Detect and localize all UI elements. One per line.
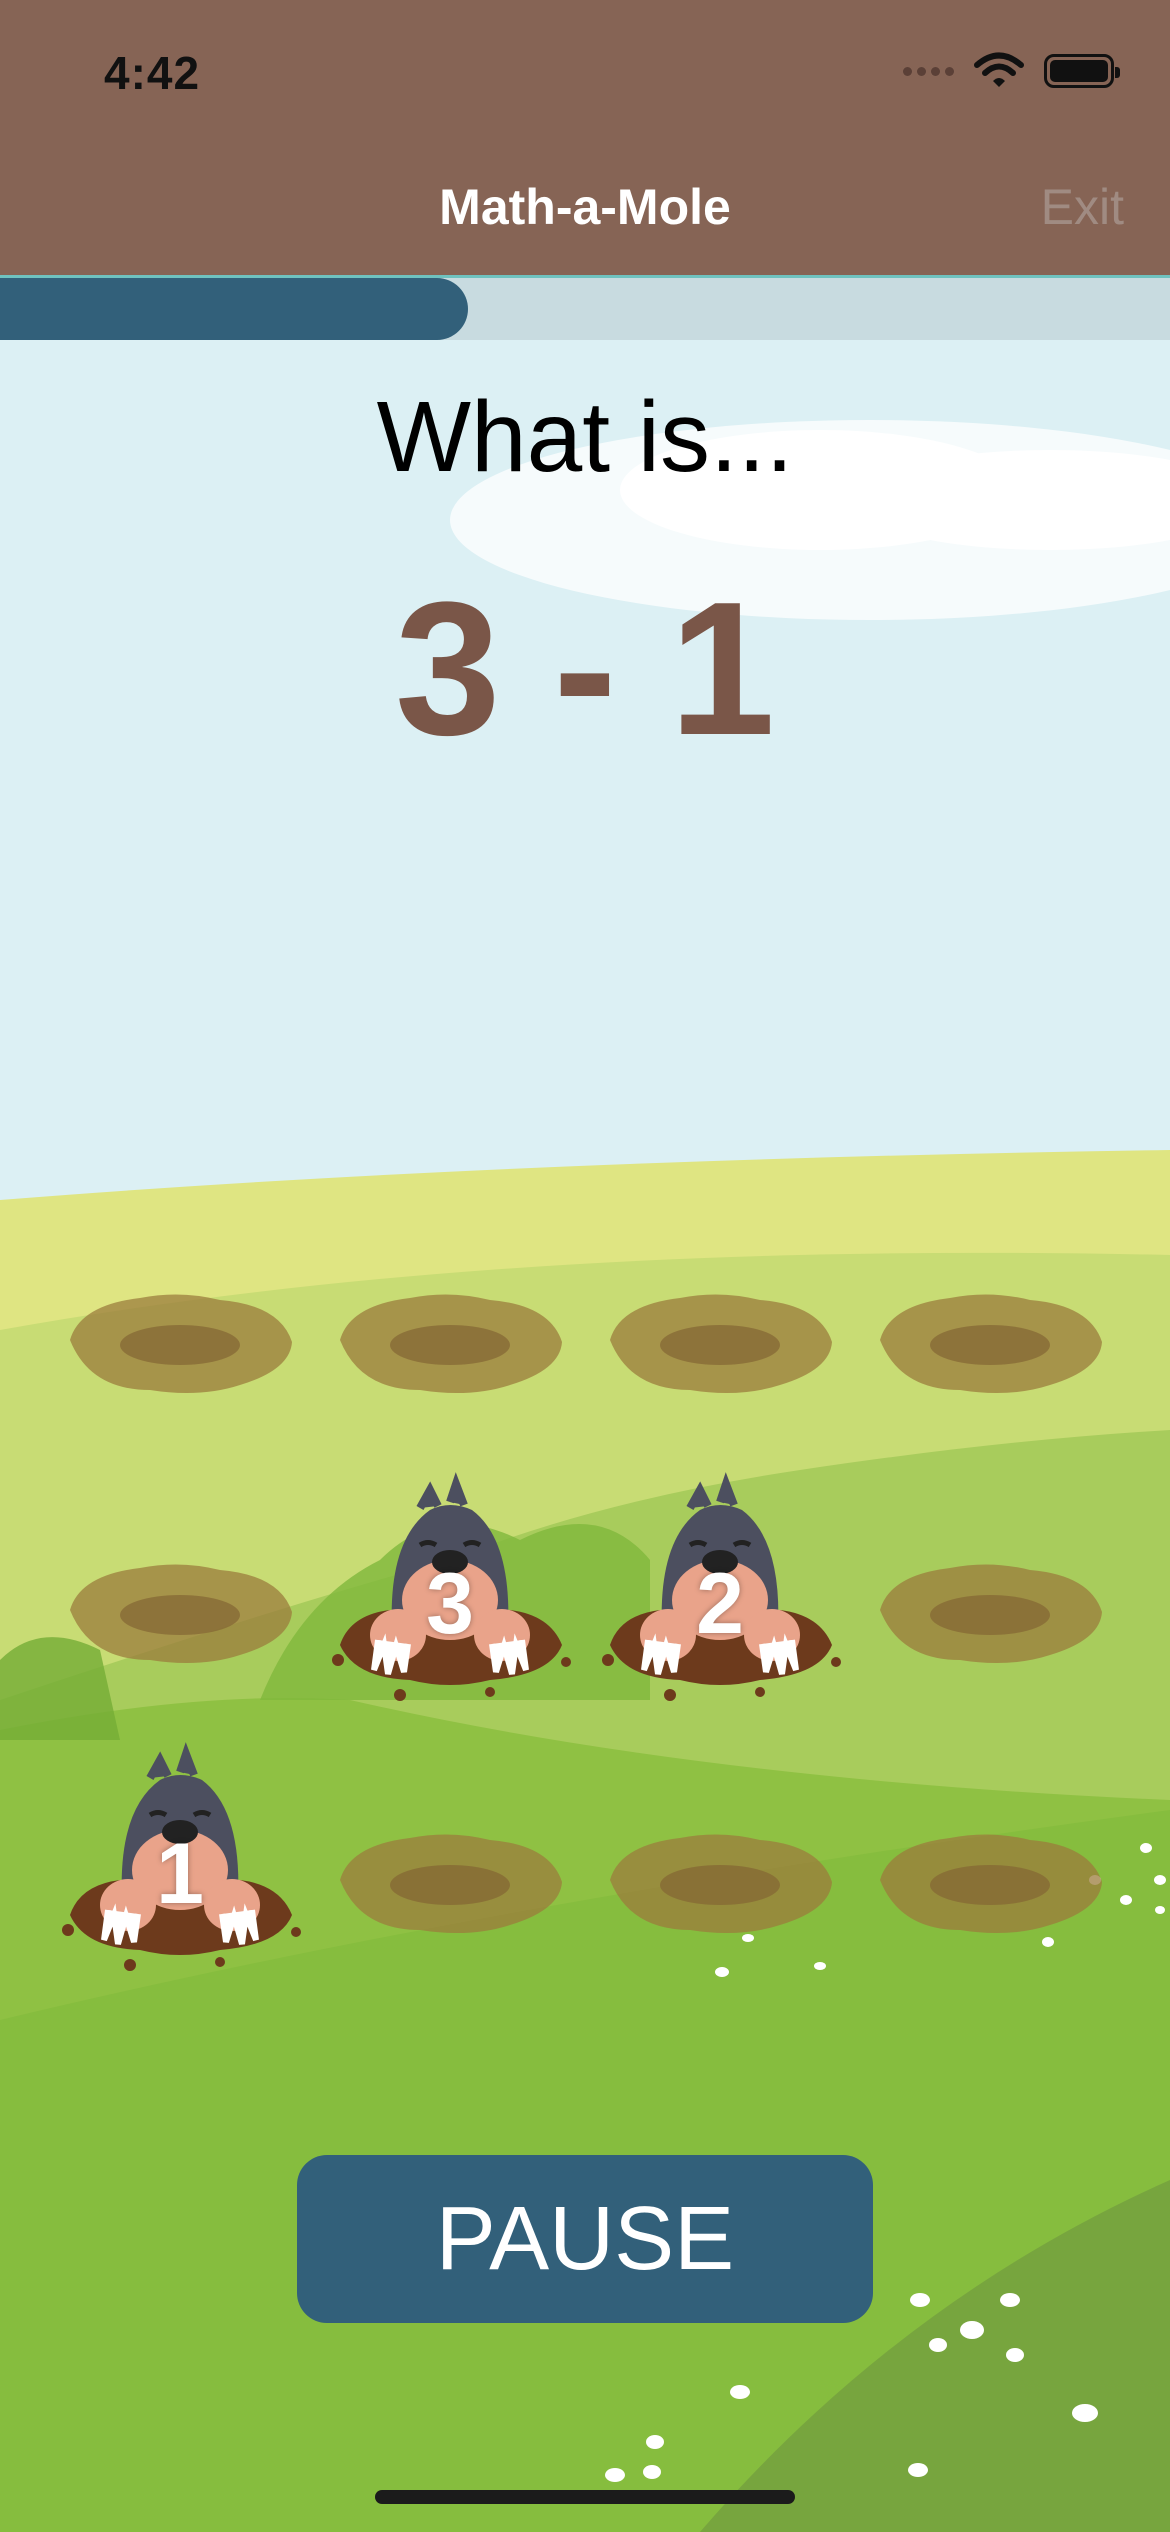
pause-button[interactable]: PAUSE xyxy=(297,2155,873,2323)
mole-answer-1[interactable]: 1 xyxy=(110,1825,250,1924)
mole-answer-2[interactable]: 2 xyxy=(650,1555,790,1654)
status-time: 4:42 xyxy=(104,47,201,99)
mole-answer-3[interactable]: 3 xyxy=(380,1555,520,1654)
signal-icon xyxy=(903,66,954,76)
wifi-icon xyxy=(974,52,1024,87)
progress-fill xyxy=(0,278,468,340)
progress-bar xyxy=(0,275,1170,340)
math-problem: 3 - 1 xyxy=(394,563,776,775)
app-header: 4:42 Math-a-Mole Exit xyxy=(0,0,1170,275)
page-title: Math-a-Mole xyxy=(439,179,731,235)
home-indicator xyxy=(375,2490,795,2504)
exit-button[interactable]: Exit xyxy=(1041,178,1124,236)
battery-icon xyxy=(1044,54,1120,88)
question-prompt: What is... xyxy=(376,381,794,493)
status-icons xyxy=(903,52,1120,90)
